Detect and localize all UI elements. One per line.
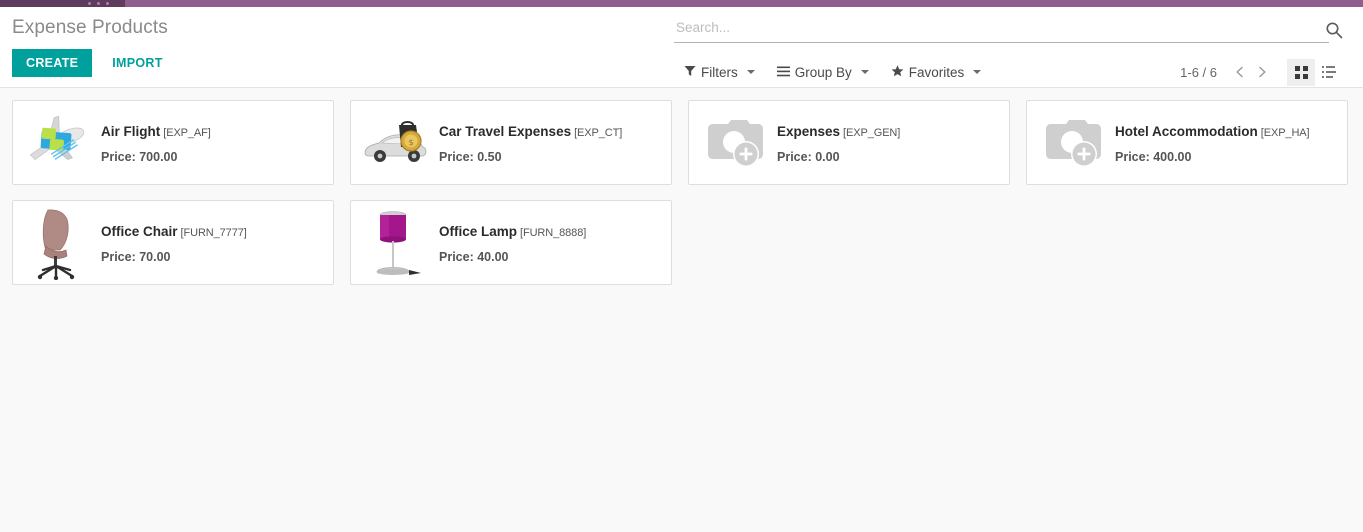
record-reference: [EXP_HA] xyxy=(1260,127,1310,139)
record-reference: [FURN_8888] xyxy=(520,227,587,239)
camera-placeholder-icon xyxy=(1035,107,1107,179)
record-price: Price: 0.00 xyxy=(777,150,840,164)
search-icon[interactable] xyxy=(1323,20,1345,42)
office-lamp-photo xyxy=(359,207,431,279)
pager-next-button[interactable] xyxy=(1251,61,1273,83)
pager-previous-button[interactable] xyxy=(1229,61,1251,83)
import-button[interactable]: IMPORT xyxy=(102,49,172,77)
star-icon xyxy=(891,64,904,80)
record-title: Expenses [EXP_GEN] xyxy=(777,123,1001,142)
record-name: Car Travel Expenses xyxy=(439,124,572,139)
chevron-down-icon xyxy=(973,70,982,74)
kanban-record-body: Office Lamp [FURN_8888] Price: 40.00 xyxy=(439,221,663,264)
favorites-dropdown[interactable]: Favorites xyxy=(885,63,988,82)
search-options-row: Filters Group By Favorites xyxy=(678,59,997,85)
record-price: Price: 0.50 xyxy=(439,150,502,164)
group-by-label: Group By xyxy=(794,64,852,80)
pager-counter[interactable]: 1-6 / 6 xyxy=(1180,65,1217,80)
list-view-button[interactable] xyxy=(1315,59,1343,86)
kanban-record[interactable]: Expenses [EXP_GEN] Price: 0.00 xyxy=(688,100,1010,185)
kanban-icon xyxy=(1294,65,1308,79)
control-panel-right: 1-6 / 6 xyxy=(1180,57,1343,87)
list-icon xyxy=(1322,66,1336,78)
svg-text:$: $ xyxy=(408,138,413,147)
record-title: Hotel Accommodation [EXP_HA] xyxy=(1115,123,1339,142)
record-reference: [EXP_AF] xyxy=(163,127,211,139)
group-by-lines-icon xyxy=(776,65,790,80)
kanban-record[interactable]: Office Chair [FURN_7777] Price: 70.00 xyxy=(12,200,334,285)
record-price: Price: 400.00 xyxy=(1115,150,1192,164)
kanban-record-body: Air Flight [EXP_AF] Price: 700.00 xyxy=(101,121,325,164)
kanban-record[interactable]: Office Lamp [FURN_8888] Price: 40.00 xyxy=(350,200,672,285)
car-photo: $ xyxy=(359,107,431,179)
record-title: Air Flight [EXP_AF] xyxy=(101,123,325,142)
control-panel: Expense Products CREATE IMPORT Search...… xyxy=(0,7,1363,88)
chevron-down-icon xyxy=(746,70,755,74)
kanban-view: Air Flight [EXP_AF] Price: 700.00 $ Car … xyxy=(0,88,1363,532)
record-title: Office Chair [FURN_7777] xyxy=(101,223,325,242)
office-chair-photo xyxy=(21,207,93,280)
window-chrome-bar xyxy=(0,0,1363,7)
search-view xyxy=(674,19,1329,43)
favorites-label: Favorites xyxy=(908,64,965,80)
filter-funnel-icon xyxy=(684,65,696,80)
kanban-record[interactable]: Air Flight [EXP_AF] Price: 700.00 xyxy=(12,100,334,185)
record-price: Price: 700.00 xyxy=(101,150,178,164)
camera-placeholder-icon xyxy=(697,107,769,179)
record-name: Expenses xyxy=(777,124,841,139)
kanban-record[interactable]: $ Car Travel Expenses [EXP_CT] Price: 0.5… xyxy=(350,100,672,185)
group-by-dropdown[interactable]: Group By xyxy=(771,63,875,82)
filters-label: Filters xyxy=(701,64,738,80)
kanban-record-body: Expenses [EXP_GEN] Price: 0.00 xyxy=(777,121,1001,164)
breadcrumb: Expense Products xyxy=(12,17,168,38)
airplane-photo xyxy=(21,107,93,179)
chevron-down-icon xyxy=(860,70,869,74)
record-name: Office Lamp xyxy=(439,224,518,239)
kanban-record-body: Car Travel Expenses [EXP_CT] Price: 0.50 xyxy=(439,121,663,164)
window-control-dots xyxy=(88,2,118,6)
record-name: Hotel Accommodation xyxy=(1115,124,1258,139)
kanban-record-body: Office Chair [FURN_7777] Price: 70.00 xyxy=(101,221,325,264)
record-reference: [FURN_7777] xyxy=(180,227,247,239)
record-title: Car Travel Expenses [EXP_CT] xyxy=(439,123,663,142)
kanban-record[interactable]: Hotel Accommodation [EXP_HA] Price: 400.0… xyxy=(1026,100,1348,185)
view-switcher xyxy=(1287,58,1343,86)
record-name: Air Flight xyxy=(101,124,161,139)
record-reference: [EXP_GEN] xyxy=(843,127,901,139)
control-panel-buttons: CREATE IMPORT xyxy=(12,49,652,77)
record-title: Office Lamp [FURN_8888] xyxy=(439,223,663,242)
kanban-record-body: Hotel Accommodation [EXP_HA] Price: 400.0… xyxy=(1115,121,1339,164)
record-price: Price: 40.00 xyxy=(439,250,509,264)
search-input[interactable] xyxy=(674,20,1329,37)
control-panel-left: Expense Products CREATE IMPORT xyxy=(12,7,652,77)
record-price: Price: 70.00 xyxy=(101,250,171,264)
record-reference: [EXP_CT] xyxy=(574,127,623,139)
expense-products-app: Expense Products CREATE IMPORT Search...… xyxy=(0,0,1363,532)
kanban-view-button[interactable] xyxy=(1287,58,1315,86)
create-button[interactable]: CREATE xyxy=(12,49,93,77)
record-name: Office Chair xyxy=(101,224,178,239)
filters-dropdown[interactable]: Filters xyxy=(678,63,761,82)
